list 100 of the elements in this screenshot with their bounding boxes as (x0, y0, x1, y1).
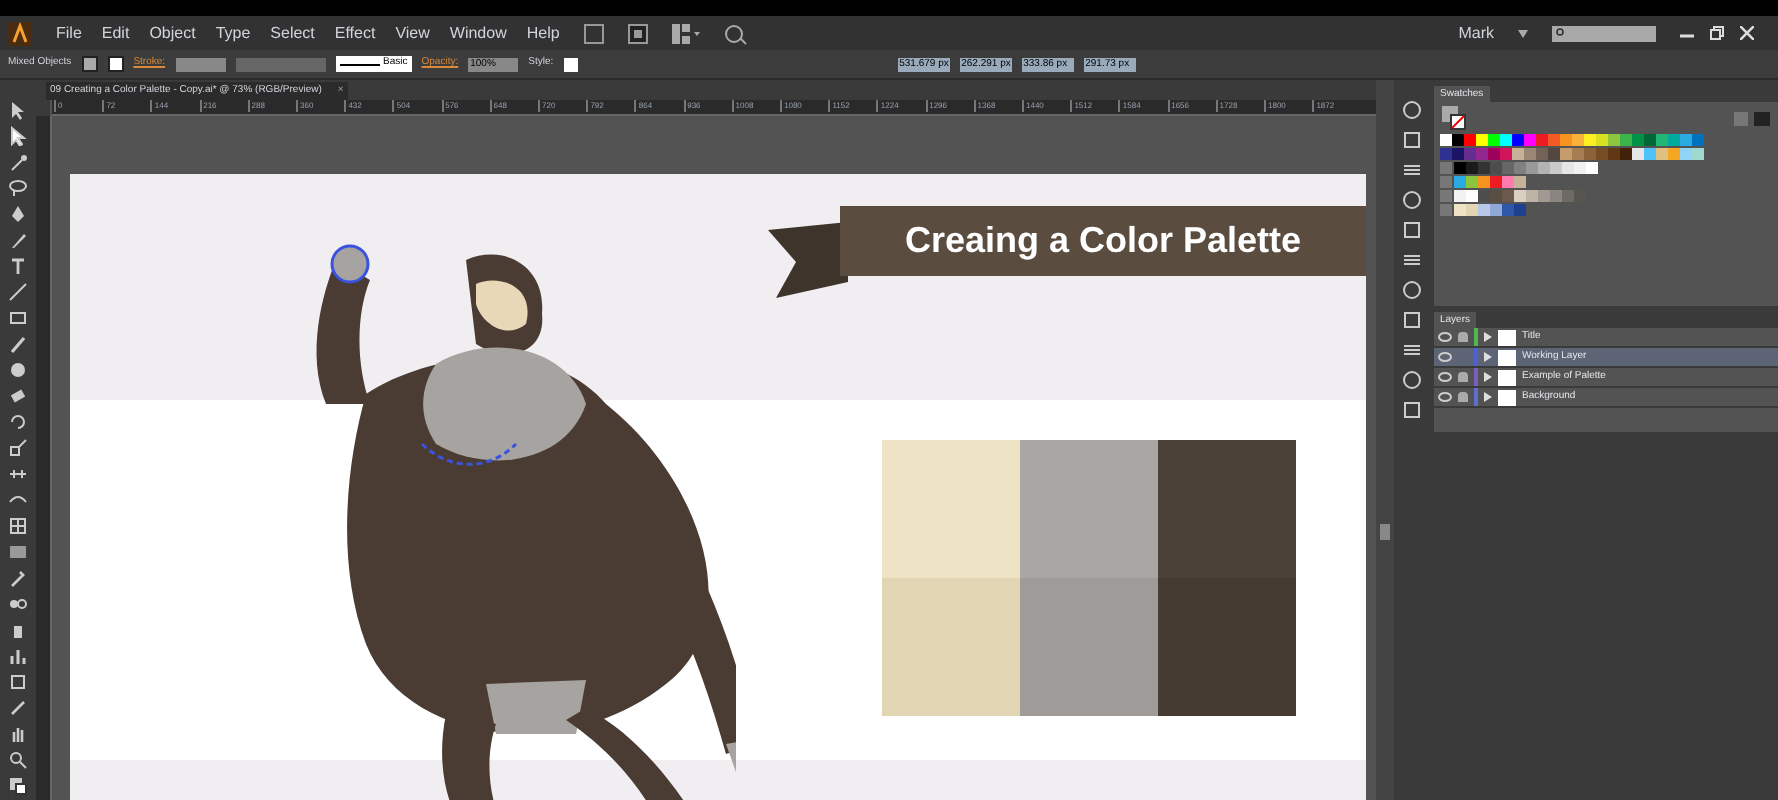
menu-item[interactable]: File (56, 21, 82, 45)
swatch[interactable] (1466, 190, 1478, 202)
swatch[interactable] (1586, 162, 1598, 174)
swatch[interactable] (1490, 162, 1502, 174)
menu-item[interactable]: View (395, 21, 430, 45)
swatch[interactable] (1514, 204, 1526, 216)
eye-icon[interactable] (1438, 372, 1452, 382)
fill-swatch[interactable] (81, 56, 98, 72)
swatch[interactable] (1538, 190, 1550, 202)
eye-icon[interactable] (1438, 332, 1452, 342)
swatch[interactable] (1608, 148, 1620, 160)
selection-arrow-icon[interactable] (8, 100, 28, 120)
stroke-weight-field[interactable] (175, 57, 226, 71)
eye-icon[interactable] (1438, 352, 1452, 362)
swatch[interactable] (1452, 134, 1464, 146)
eyedropper-icon[interactable] (8, 568, 28, 588)
swatch[interactable] (1490, 204, 1502, 216)
menu-item[interactable]: Type (215, 21, 251, 45)
menu-item[interactable]: Edit (101, 21, 130, 45)
swatch[interactable] (1596, 134, 1608, 146)
swatch[interactable] (1502, 176, 1514, 188)
swatch[interactable] (1620, 148, 1632, 160)
swatch[interactable] (1476, 134, 1488, 146)
fill-stroke-icon[interactable] (8, 776, 28, 796)
swatch[interactable] (1466, 176, 1478, 188)
type-icon[interactable] (8, 256, 28, 276)
pencil-icon[interactable] (8, 230, 28, 250)
swatch[interactable] (1538, 162, 1550, 174)
rotate-icon[interactable] (8, 412, 28, 432)
menu-item[interactable]: Select (270, 21, 315, 45)
swatch[interactable] (1500, 134, 1512, 146)
swatch[interactable] (1536, 148, 1548, 160)
swatch[interactable] (1454, 176, 1466, 188)
swatch[interactable] (1524, 134, 1536, 146)
zoom-icon[interactable] (8, 750, 28, 770)
swatch[interactable] (1490, 176, 1502, 188)
swatch[interactable] (1514, 162, 1526, 174)
scale-icon[interactable] (8, 438, 28, 458)
width-icon[interactable] (8, 464, 28, 484)
wand-icon[interactable] (8, 152, 28, 172)
swatch[interactable] (1488, 148, 1500, 160)
close-icon[interactable] (1740, 26, 1754, 40)
swatch[interactable] (1550, 162, 1562, 174)
eye-icon[interactable] (1438, 392, 1452, 402)
lock-icon[interactable] (1458, 392, 1468, 402)
swatch[interactable] (1550, 190, 1562, 202)
swatch[interactable] (1488, 134, 1500, 146)
swatch[interactable] (1466, 162, 1478, 174)
swatch[interactable] (1632, 148, 1644, 160)
swatch[interactable] (1656, 134, 1668, 146)
scrollbar[interactable] (1376, 80, 1394, 800)
swatch[interactable] (1478, 190, 1490, 202)
swatch[interactable] (1692, 134, 1704, 146)
swatch[interactable] (1680, 148, 1692, 160)
rectangle-icon[interactable] (8, 308, 28, 328)
swatch[interactable] (1512, 148, 1524, 160)
caret-icon[interactable] (1518, 29, 1528, 37)
swatch[interactable] (1502, 190, 1514, 202)
swatch[interactable] (1596, 148, 1608, 160)
swatch[interactable] (1478, 204, 1490, 216)
swatch[interactable] (1608, 134, 1620, 146)
swatch[interactable] (1644, 148, 1656, 160)
swatch[interactable] (1562, 190, 1574, 202)
stroke-swatch[interactable] (107, 56, 124, 72)
swatch[interactable] (1526, 162, 1538, 174)
swatch[interactable] (1478, 162, 1490, 174)
swatch[interactable] (1476, 148, 1488, 160)
swatch[interactable] (1680, 134, 1692, 146)
swatch[interactable] (1514, 176, 1526, 188)
swatch[interactable] (1560, 134, 1572, 146)
swatch[interactable] (1548, 134, 1560, 146)
menu-item[interactable]: Help (526, 21, 560, 45)
search-field[interactable] (1552, 25, 1656, 41)
swatch[interactable] (1466, 204, 1478, 216)
swatch[interactable] (1478, 176, 1490, 188)
menu-item[interactable]: Window (449, 21, 507, 45)
swatch[interactable] (1572, 148, 1584, 160)
swatch[interactable] (1440, 148, 1452, 160)
swatch[interactable] (1502, 204, 1514, 216)
swatch[interactable] (1464, 148, 1476, 160)
user-name[interactable]: Mark (1458, 21, 1494, 45)
lock-icon[interactable] (1458, 332, 1468, 342)
direct-selection-icon[interactable] (8, 126, 28, 146)
swatch[interactable] (1500, 148, 1512, 160)
lock-icon[interactable] (1458, 372, 1468, 382)
swatch[interactable] (1454, 190, 1466, 202)
swatch[interactable] (1524, 148, 1536, 160)
style-swatch[interactable] (563, 57, 578, 71)
swatch[interactable] (1452, 148, 1464, 160)
line-icon[interactable] (8, 282, 28, 302)
swatch[interactable] (1574, 190, 1586, 202)
swatch[interactable] (1514, 190, 1526, 202)
swatch[interactable] (1454, 162, 1466, 174)
swatch[interactable] (1644, 134, 1656, 146)
swatch[interactable] (1692, 148, 1704, 160)
arrange-documents-icon[interactable] (671, 23, 700, 43)
graph-icon[interactable] (8, 646, 28, 666)
lasso-icon[interactable] (8, 178, 28, 198)
variable-width-field[interactable] (235, 57, 326, 71)
swatch[interactable] (1632, 134, 1644, 146)
